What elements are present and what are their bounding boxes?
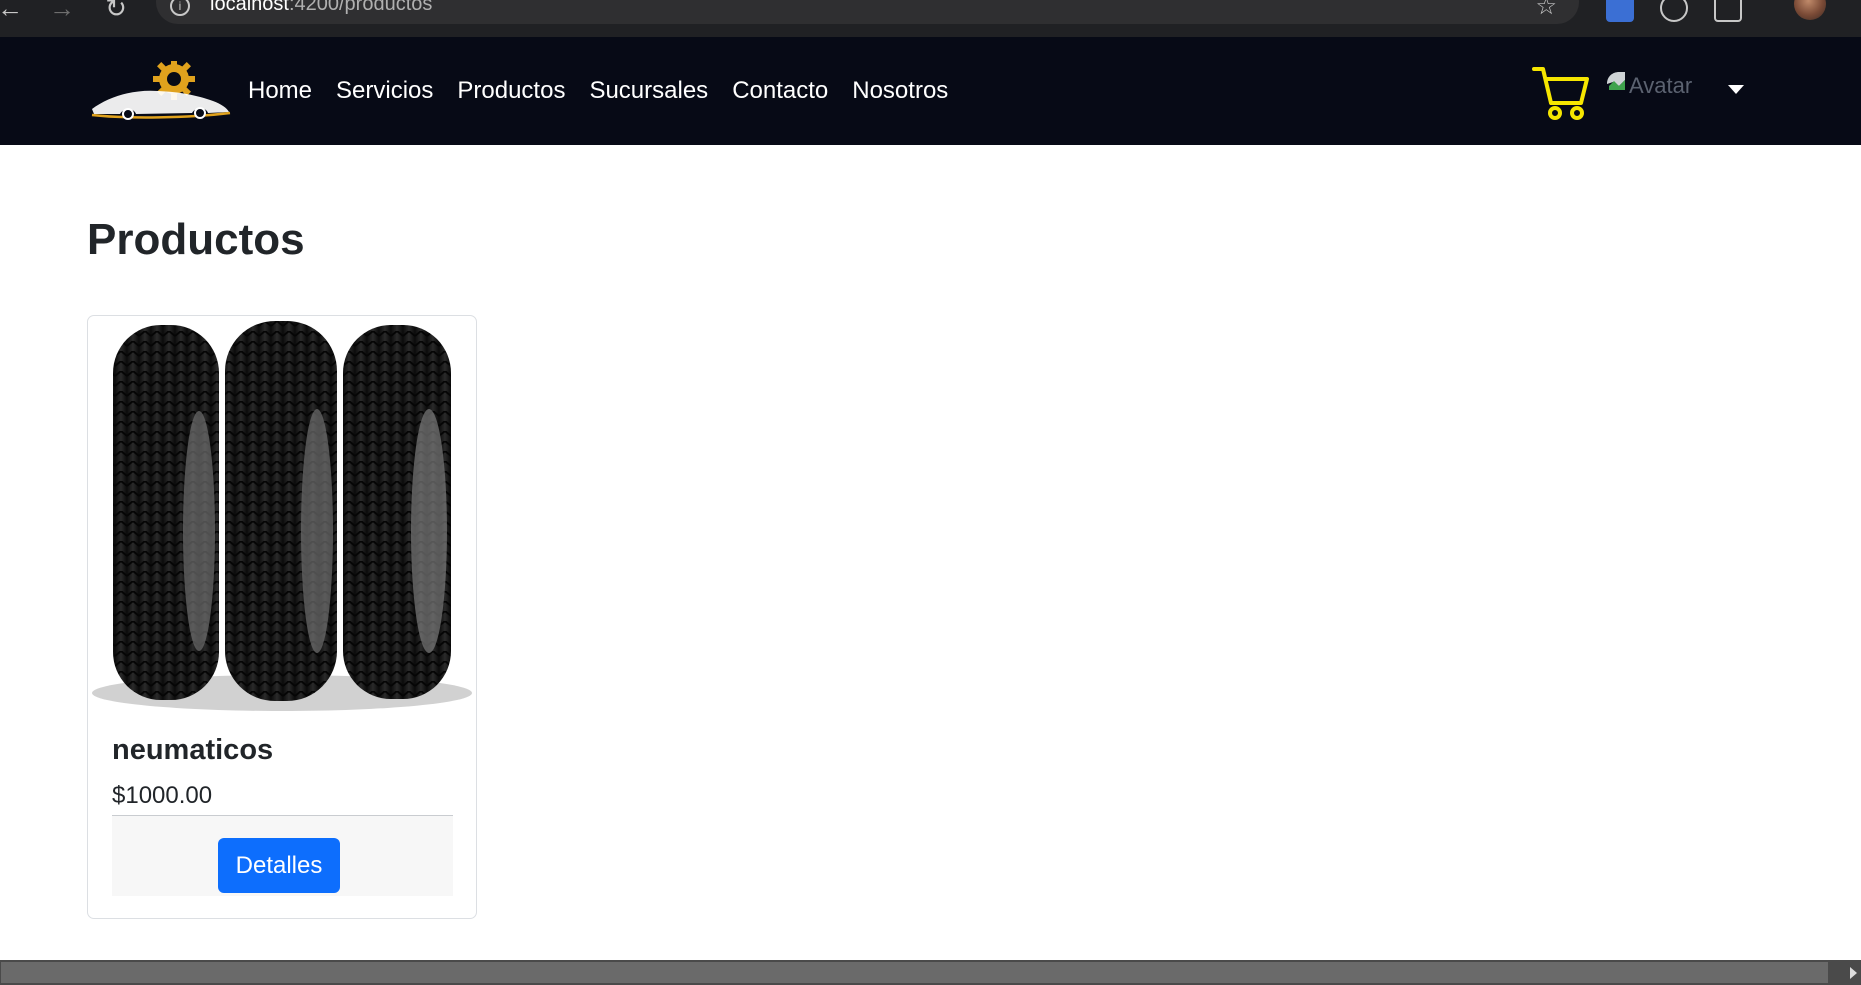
translate-extension-icon[interactable] <box>1606 0 1634 22</box>
car-gear-logo-icon[interactable] <box>88 61 233 121</box>
nav-link-contacto[interactable]: Contacto <box>732 77 828 105</box>
product-price: $1000.00 <box>112 782 213 809</box>
nav-links: Home Servicios Productos Sucursales Cont… <box>248 77 972 105</box>
shopping-cart-icon[interactable] <box>1531 63 1591 123</box>
address-bar[interactable]: i localhost:4200/productos ☆ <box>156 0 1579 24</box>
details-button[interactable]: Detalles <box>218 838 340 893</box>
forward-icon[interactable]: → <box>48 0 76 22</box>
scroll-right-arrow-icon[interactable] <box>1850 967 1857 979</box>
card-footer: Detalles <box>112 815 453 896</box>
bookmark-star-icon[interactable]: ☆ <box>1535 0 1557 21</box>
nav-link-home[interactable]: Home <box>248 77 312 105</box>
url-text[interactable]: localhost:4200/productos <box>210 0 432 16</box>
browser-toolbar: ← → ↻ i localhost:4200/productos ☆ <box>0 0 1861 37</box>
site-info-icon[interactable]: i <box>170 0 190 16</box>
nav-link-nosotros[interactable]: Nosotros <box>852 77 948 105</box>
extension-icon[interactable] <box>1660 0 1688 22</box>
nav-link-productos[interactable]: Productos <box>457 77 565 105</box>
page-title: Productos <box>87 215 305 264</box>
avatar-alt-text: Avatar <box>1629 73 1693 98</box>
tires-image <box>92 321 472 711</box>
horizontal-scrollbar-thumb[interactable] <box>1 962 1828 983</box>
product-name: neumaticos <box>112 734 274 766</box>
reload-icon[interactable]: ↻ <box>102 0 130 22</box>
url-host: localhost <box>210 0 289 15</box>
site-navbar: Home Servicios Productos Sucursales Cont… <box>0 37 1861 145</box>
user-dropdown-caret-icon[interactable] <box>1728 85 1744 94</box>
url-path: :4200/productos <box>288 0 433 15</box>
puzzle-extensions-icon[interactable] <box>1714 0 1742 22</box>
back-icon[interactable]: ← <box>0 0 24 22</box>
nav-link-servicios[interactable]: Servicios <box>336 77 433 105</box>
product-card: neumaticos $1000.00 Detalles <box>87 315 477 919</box>
broken-image-icon <box>1607 72 1625 90</box>
horizontal-scrollbar[interactable] <box>0 960 1861 985</box>
browser-profile-avatar[interactable] <box>1794 0 1826 20</box>
nav-link-sucursales[interactable]: Sucursales <box>589 77 708 105</box>
